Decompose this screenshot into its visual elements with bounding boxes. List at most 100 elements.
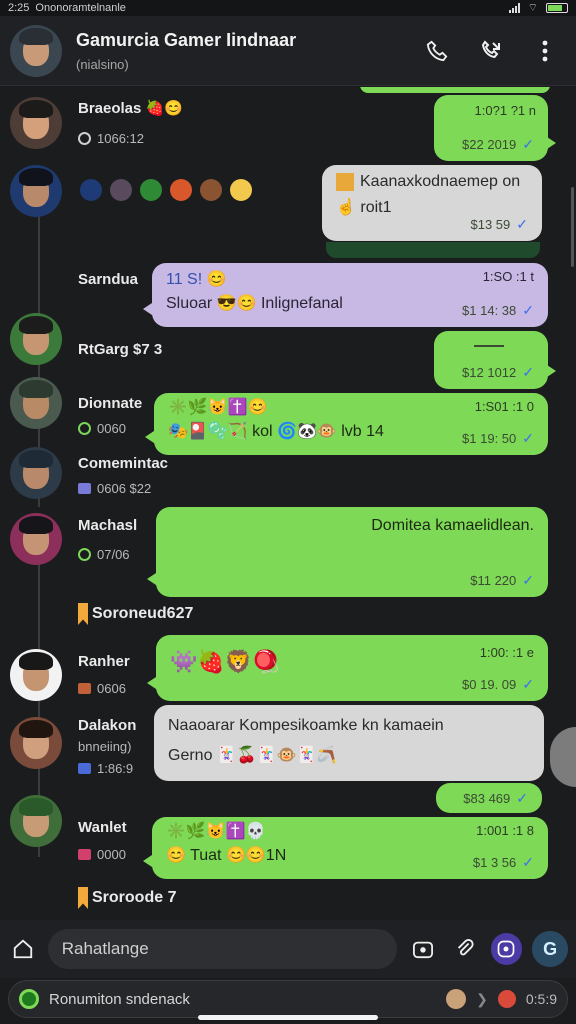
more-vert-icon[interactable] bbox=[532, 38, 558, 64]
message-list[interactable]: Braeolas 🍓😊 1066:12 1:0?1 ?1 n $22 2019 ✓… bbox=[0, 87, 576, 920]
bubble-time: 1:0?1 ?1 n bbox=[474, 103, 536, 118]
bubble-time: 1:001 :1 8 bbox=[476, 823, 534, 838]
camera-icon[interactable] bbox=[407, 933, 439, 965]
bubble-text: 👾🍓🦁🪀 bbox=[170, 649, 280, 674]
emoji-icon bbox=[170, 179, 192, 201]
record-icon bbox=[497, 990, 516, 1008]
battery-icon bbox=[546, 3, 568, 13]
send-icon[interactable]: G bbox=[532, 931, 568, 967]
sender-name: RtGarg $7 3 bbox=[78, 341, 163, 358]
sender-name: Dalakon bbox=[78, 717, 137, 734]
input-placeholder: Rahatlange bbox=[61, 939, 149, 958]
notification-pill[interactable]: Ronumiton sndenack ❯ 0:5:9 bbox=[8, 980, 568, 1018]
attach-icon[interactable] bbox=[449, 933, 481, 965]
bookmark-icon bbox=[78, 603, 88, 625]
message-row: RtGarg $7 3 $12 1012 ✓ bbox=[0, 313, 576, 393]
message-bubble-partial[interactable] bbox=[360, 87, 550, 93]
message-row: Ranher 0606 👾🍓🦁🪀 1:00: :1 e $0 19. 09 ✓ bbox=[0, 635, 576, 705]
message-bubble[interactable]: Domitea kamaelidlean. $11 220 ✓ bbox=[147, 507, 548, 597]
sender-name: Machasl bbox=[78, 517, 138, 534]
status-carrier: Ononoramtelnanle bbox=[35, 2, 126, 14]
avatar[interactable] bbox=[10, 513, 62, 565]
emoji-icon bbox=[200, 179, 222, 201]
message-bubble[interactable]: $12 1012 ✓ bbox=[434, 331, 556, 389]
message-row: Comemintac 0606 $22 bbox=[0, 447, 576, 505]
avatar[interactable] bbox=[10, 795, 62, 847]
emoji-icon bbox=[230, 179, 252, 201]
sender-name: Comemintac bbox=[78, 455, 169, 472]
bubble-text: Domitea kamaelidlean. bbox=[371, 517, 534, 534]
avatar[interactable] bbox=[10, 377, 62, 429]
note-icon bbox=[336, 173, 354, 191]
message-bubble[interactable]: ✳️🌿😺✝️😊 1:S01 :1 0 🎭🎴🫧🏹 kol 🌀🐼🐵 lvb 14 $… bbox=[145, 393, 548, 455]
group-avatar[interactable] bbox=[10, 24, 62, 77]
message-meta: 1:86:9 bbox=[78, 761, 133, 776]
message-bubble[interactable]: 1:0?1 ?1 n $22 2019 ✓ bbox=[434, 95, 556, 161]
bubble-stamp: $1 14: 38 ✓ bbox=[462, 302, 534, 318]
status-time: 2:25 bbox=[8, 2, 30, 14]
message-row: Dalakon bnneiing) 1:86:9 Naaoarar Kompes… bbox=[0, 705, 576, 813]
read-check-icon: ✓ bbox=[522, 676, 534, 692]
bubble-time: 1:S01 :1 0 bbox=[474, 399, 534, 414]
sticker-icon[interactable] bbox=[490, 933, 523, 965]
read-check-icon: ✓ bbox=[522, 364, 534, 380]
avatar[interactable] bbox=[10, 649, 62, 701]
chat-title: Gamurcia Gamer Iindnaar bbox=[76, 29, 297, 50]
emoji-icon bbox=[80, 179, 102, 201]
avatar[interactable] bbox=[10, 313, 62, 365]
reaction-emojis bbox=[80, 179, 256, 201]
read-check-icon: ✓ bbox=[522, 430, 534, 446]
bubble-text: Gerno 🃏🍒🃏🐵🃏🪃 bbox=[168, 747, 337, 764]
read-check-icon: ✓ bbox=[522, 572, 534, 588]
message-row: Braeolas 🍓😊 1066:12 1:0?1 ?1 n $22 2019 ✓ bbox=[0, 95, 576, 165]
message-bubble[interactable]: Kaanaxkodnaemep on ☝ roit1 $13 59 ✓ bbox=[322, 165, 542, 241]
bubble-stamp: $12 1012 ✓ bbox=[462, 364, 534, 380]
avatar[interactable] bbox=[10, 97, 62, 149]
header-titles[interactable]: Gamurcia Gamer Iindnaar (nialsino) bbox=[76, 30, 424, 72]
pinned-marker[interactable]: Sroroode 7 bbox=[78, 887, 176, 909]
sender-name: Dionnate bbox=[78, 395, 143, 412]
emoji-icon bbox=[110, 179, 132, 201]
message-row: Dionnate 0060 ✳️🌿😺✝️😊 1:S01 :1 0 🎭🎴🫧🏹 ko… bbox=[0, 377, 576, 455]
message-meta: 0606 $22 bbox=[78, 481, 151, 496]
bubble-stamp: $13 59 ✓ bbox=[470, 216, 529, 232]
message-bubble[interactable]: 👾🍓🦁🪀 1:00: :1 e $0 19. 09 ✓ bbox=[147, 635, 548, 701]
home-icon[interactable] bbox=[8, 934, 38, 964]
message-bubble[interactable]: $83 469 ✓ bbox=[436, 783, 542, 813]
message-bubble[interactable]: 11 S! 😊 1:SO :1 t Sluoar 😎😊 Inlignefanal… bbox=[143, 263, 548, 327]
message-row: Sarndua 11 S! 😊 1:SO :1 t Sluoar 😎😊 Inli… bbox=[0, 263, 576, 331]
video-call-icon[interactable] bbox=[478, 38, 504, 64]
avatar[interactable] bbox=[10, 447, 62, 499]
message-bubble[interactable]: ✳️🌿😺✝️💀 1:001 :1 8 😊 Tuat 😊😊1N $1 3 56 ✓ bbox=[143, 817, 548, 879]
message-input[interactable]: Rahatlange bbox=[47, 929, 398, 969]
avatar[interactable] bbox=[10, 717, 62, 769]
avatar[interactable] bbox=[10, 165, 62, 217]
tag-icon bbox=[78, 849, 91, 860]
message-meta: 0060 bbox=[78, 421, 126, 436]
status-icon bbox=[78, 548, 91, 561]
reply-strip bbox=[326, 242, 540, 258]
home-indicator[interactable] bbox=[198, 1015, 378, 1020]
message-bubble[interactable]: Naaoarar Kompesikoamke kn kamaein Gerno … bbox=[154, 705, 544, 781]
signal-icon bbox=[508, 3, 520, 13]
chat-header: Gamurcia Gamer Iindnaar (nialsino) bbox=[0, 16, 576, 86]
read-check-icon: ✓ bbox=[522, 136, 534, 152]
bubble-head: ✳️🌿😺✝️😊 bbox=[168, 399, 268, 416]
message-meta: 0606 bbox=[78, 681, 126, 696]
status-icon bbox=[78, 422, 91, 435]
tag-icon bbox=[78, 683, 91, 694]
bubble-stamp: $1 3 56 ✓ bbox=[472, 854, 534, 870]
bubble-text: 😊 Tuat 😊😊1N bbox=[166, 847, 287, 864]
bubble-time: 1:00: :1 e bbox=[479, 645, 534, 660]
bubble-head: 11 S! 😊 bbox=[166, 271, 227, 288]
bubble-text: Naaoarar Kompesikoamke kn kamaein bbox=[168, 717, 444, 734]
notification-time: 0:5:9 bbox=[525, 991, 557, 1007]
message-meta: 1066:12 bbox=[78, 131, 144, 146]
message-meta: 07/06 bbox=[78, 547, 130, 562]
bubble-dash bbox=[474, 345, 504, 347]
bubble-text: Sluoar 😎😊 Inlignefanal bbox=[166, 295, 343, 312]
chat-subtitle: (nialsino) bbox=[76, 56, 129, 72]
pinned-marker[interactable]: Soroneud627 bbox=[78, 603, 193, 625]
bubble-time: 1:SO :1 t bbox=[482, 269, 534, 284]
phone-icon[interactable] bbox=[424, 38, 450, 64]
